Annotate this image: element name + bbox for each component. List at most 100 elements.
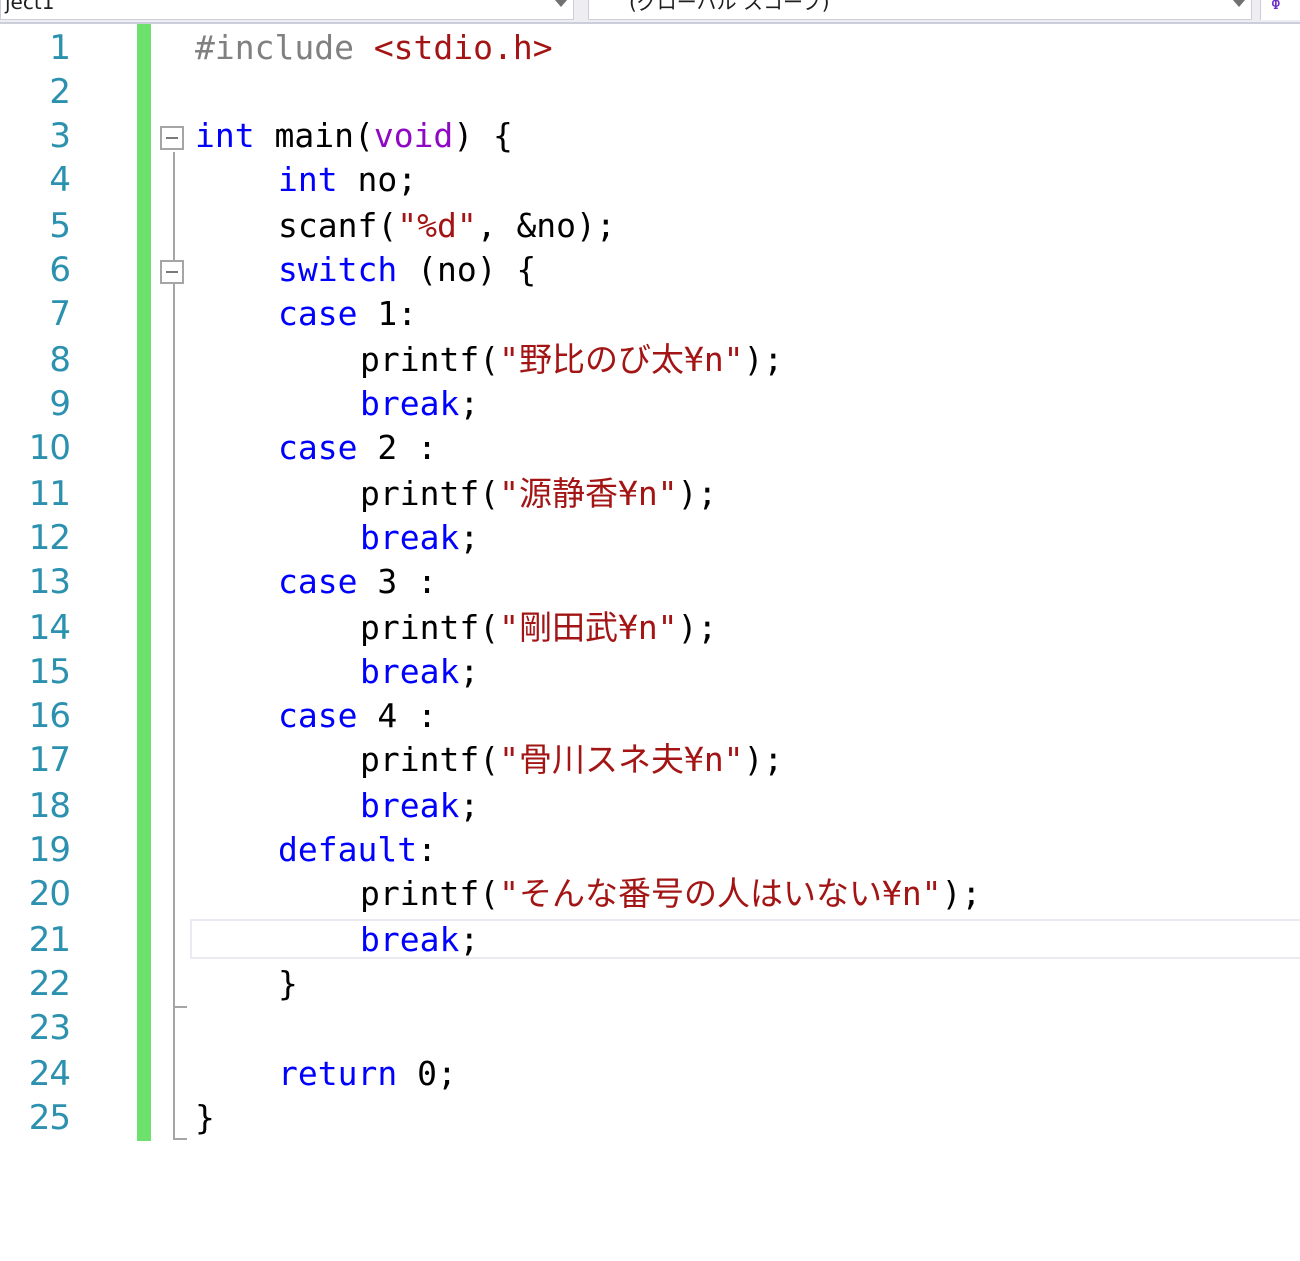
code-text[interactable]: } (278, 962, 298, 1006)
code-line: 13 case 3 : (0, 560, 1300, 604)
keyword: case (278, 696, 358, 735)
line-number: 19 (28, 830, 71, 870)
code-token: printf( (360, 740, 500, 779)
string-literal: "そんな番号の人はいない¥n" (499, 874, 942, 913)
code-line: 14 printf("剛田武¥n"); (0, 606, 1300, 650)
code-token: 2 : (357, 428, 437, 467)
code-text[interactable]: case 1: (278, 292, 417, 336)
code-token: scanf( (278, 206, 398, 245)
line-number: 14 (28, 608, 71, 648)
string-literal: "骨川スネ夫¥n" (499, 740, 744, 779)
line-number: 6 (49, 250, 71, 290)
code-line: 24 return 0; (0, 1052, 1300, 1096)
code-text[interactable]: printf("野比のび太¥n"); (360, 338, 783, 382)
code-text[interactable]: scanf("%d", &no); (278, 204, 616, 248)
code-token: ); (743, 340, 784, 379)
scope-combo[interactable]: (グローバル スコープ) (588, 0, 1252, 20)
code-text[interactable]: case 2 : (278, 426, 437, 470)
code-line: 9 break; (0, 382, 1300, 426)
code-text[interactable]: break; (360, 516, 479, 560)
line-number: 9 (49, 384, 71, 424)
code-token: ); (677, 474, 718, 513)
code-line: 5 scanf("%d", &no); (0, 204, 1300, 248)
code-line: 7 case 1: (0, 292, 1300, 336)
member-function-icon[interactable]: Φ (1260, 0, 1300, 20)
code-line: 16 case 4 : (0, 694, 1300, 738)
line-number: 23 (28, 1008, 71, 1048)
code-text[interactable]: return 0; (278, 1052, 457, 1096)
dropdown-arrow-icon (555, 0, 567, 7)
code-text[interactable]: case 3 : (278, 560, 437, 604)
code-text[interactable]: printf("源静香¥n"); (360, 472, 717, 516)
line-number: 13 (28, 562, 71, 602)
code-line: 15 break; (0, 650, 1300, 694)
code-text[interactable]: int no; (278, 158, 417, 202)
code-line: 3 int main(void) { (0, 114, 1300, 158)
code-text[interactable]: printf("そんな番号の人はいない¥n"); (360, 872, 981, 916)
include-header: <stdio.h> (373, 28, 553, 67)
code-text[interactable]: case 4 : (278, 694, 437, 738)
code-token: : (417, 830, 437, 869)
code-token: , &no); (476, 206, 616, 245)
code-line: 21 break; (0, 918, 1300, 962)
code-text[interactable]: break; (360, 382, 479, 426)
keyword: case (278, 294, 358, 333)
code-text[interactable]: int main(void) { (195, 114, 513, 158)
line-number: 7 (49, 294, 71, 334)
code-text[interactable]: default: (278, 828, 437, 872)
code-text[interactable]: #include <stdio.h> (195, 26, 553, 70)
code-token: ; (459, 786, 480, 825)
code-line: 2 (0, 70, 1300, 114)
code-token: no; (337, 160, 418, 199)
dropdown-arrow-icon (1233, 0, 1245, 7)
line-number: 10 (28, 428, 71, 468)
scope-combo-label: (グローバル スコープ) (629, 0, 830, 14)
keyword: default (278, 830, 418, 869)
code-line: 22 } (0, 962, 1300, 1006)
keyword: break (360, 518, 460, 557)
code-text[interactable]: printf("剛田武¥n"); (360, 606, 717, 650)
code-text[interactable]: } (195, 1096, 215, 1140)
code-text[interactable]: break; (360, 918, 479, 962)
code-line: 11 printf("源静香¥n"); (0, 472, 1300, 516)
line-number: 4 (49, 160, 71, 200)
code-line: 18 break; (0, 784, 1300, 828)
string-literal: "剛田武¥n" (499, 608, 678, 647)
code-text[interactable]: switch (no) { (278, 248, 536, 292)
string-literal: "%d" (397, 206, 477, 245)
line-number: 2 (49, 72, 71, 112)
string-literal: "源静香¥n" (499, 474, 678, 513)
line-number: 1 (49, 28, 71, 68)
code-token: 3 : (357, 562, 437, 601)
keyword: break (360, 920, 460, 959)
code-text[interactable]: break; (360, 784, 479, 828)
keyword: case (278, 562, 358, 601)
code-line: 25 } (0, 1096, 1300, 1140)
code-token: ; (459, 518, 480, 557)
project-combo-label: ject1 (5, 0, 55, 14)
code-token: (no) { (397, 250, 537, 289)
keyword: int (195, 116, 255, 155)
code-editor[interactable]: 1 #include <stdio.h> 2 3 int main(void) … (0, 24, 1300, 1261)
code-token: ; (459, 920, 480, 959)
code-text[interactable]: break; (360, 650, 479, 694)
code-line: 12 break; (0, 516, 1300, 560)
code-token: main( (254, 116, 374, 155)
line-number: 24 (28, 1054, 71, 1094)
keyword: int (278, 160, 338, 199)
code-text[interactable]: printf("骨川スネ夫¥n"); (360, 738, 783, 782)
line-number: 21 (28, 920, 71, 960)
code-token: printf( (360, 340, 500, 379)
keyword: break (360, 652, 460, 691)
line-number: 15 (28, 652, 71, 692)
keyword: switch (278, 250, 398, 289)
line-number: 5 (49, 206, 71, 246)
project-combo[interactable]: ject1 (0, 0, 574, 20)
code-token: 4 : (357, 696, 437, 735)
line-number: 11 (28, 474, 71, 514)
line-number: 12 (28, 518, 71, 558)
code-line: 10 case 2 : (0, 426, 1300, 470)
keyword: case (278, 428, 358, 467)
code-token: printf( (360, 608, 500, 647)
line-number: 18 (28, 786, 71, 826)
